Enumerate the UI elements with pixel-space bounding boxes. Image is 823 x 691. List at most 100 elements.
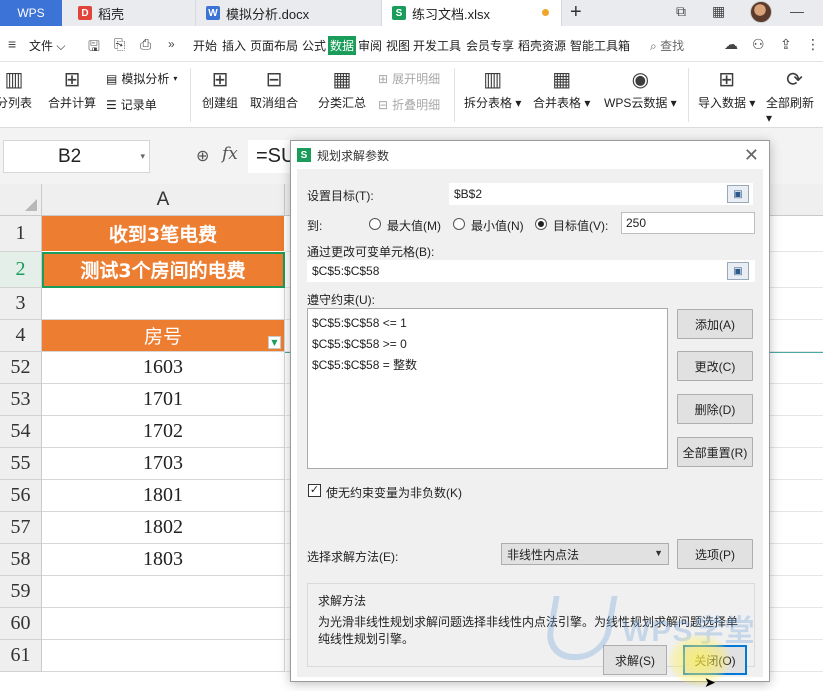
row-header[interactable]: 61 [0,640,42,672]
menu-data[interactable]: 数据 [328,36,357,55]
row-header[interactable]: 56 [0,480,42,512]
share-icon[interactable]: ⇪ [780,36,792,53]
row-header[interactable]: 58 [0,544,42,576]
table-cell[interactable]: 1603 [42,352,285,384]
zoom-formula-icon[interactable]: ⊕ [196,146,209,166]
menu-member[interactable]: 会员专享 [466,37,514,54]
table-cell[interactable]: 1802 [42,512,285,544]
expand-detail-button[interactable]: ⊞ 展开明细 [378,70,440,87]
file-menu[interactable]: 文件 ⌵ [29,37,65,54]
tab-docer[interactable]: D 稻壳 [68,0,196,26]
menu-view[interactable]: 视图 [386,37,410,54]
tab-word-doc[interactable]: W 模拟分析.docx [196,0,382,26]
hamburger-menu-icon[interactable]: ≡ [8,36,16,52]
more-options-icon[interactable]: ⋮ [806,36,820,53]
menu-start[interactable]: 开始 [193,37,217,54]
grid-view-icon[interactable]: ▦ [712,3,725,20]
name-box-dropdown-icon[interactable]: ▾ [140,151,145,162]
table-cell[interactable] [42,608,285,640]
change-constraint-button[interactable]: 更改(C) [677,351,753,381]
user-avatar[interactable] [750,1,772,23]
refresh-all-button[interactable]: ⟳ 全部刷新 ▾ [766,66,823,125]
solve-button[interactable]: 求解(S) [603,645,667,675]
row-header[interactable]: 60 [0,608,42,640]
print-icon[interactable]: ⎙ [140,36,151,53]
table-cell[interactable]: 1801 [42,480,285,512]
list-item[interactable]: $C$5:$C$58 <= 1 [312,313,663,334]
merge-calc-button[interactable]: ⊞ 合并计算 [48,66,96,111]
wps-home-tab[interactable]: WPS [0,0,62,26]
insert-function-icon[interactable]: fx [222,144,238,164]
list-item[interactable]: $C$5:$C$58 >= 0 [312,334,663,355]
window-layout-icon[interactable]: ⧉ [676,3,686,20]
radio-target-value[interactable] [535,218,547,230]
menu-insert[interactable]: 插入 [222,37,246,54]
save-icon[interactable]: 🖫 [88,36,100,60]
list-item[interactable]: $C$5:$C$58 = 整数 [312,355,663,376]
radio-target-value-label[interactable]: 目标值(V): [553,217,608,234]
table-cell[interactable]: 测试3个房间的电费 [42,252,285,288]
table-cell[interactable]: 1703 [42,448,285,480]
radio-min[interactable] [453,218,465,230]
collapse-detail-button[interactable]: ⊟ 折叠明细 [378,96,440,113]
options-button[interactable]: 选项(P) [677,539,753,569]
nonnegative-label[interactable]: 使无约束变量为非负数(K) [326,484,462,501]
row-header[interactable]: 1 [0,216,42,252]
row-header[interactable]: 52 [0,352,42,384]
set-target-input[interactable]: $B$2 [449,183,753,205]
row-header[interactable]: 53 [0,384,42,416]
nonnegative-checkbox[interactable]: ✓ [308,484,321,497]
select-all-corner[interactable] [0,184,42,216]
row-header[interactable]: 4 [0,320,42,352]
dialog-close-icon[interactable]: ✕ [744,145,759,166]
wps-cloud-data-button[interactable]: ◉ WPS云数据 ▾ [604,66,677,111]
table-header-cell[interactable]: 房号 ▼ [42,320,285,352]
split-table-button[interactable]: ▥ 拆分表格 ▾ [464,66,521,111]
table-cell[interactable] [42,288,285,320]
column-header-a[interactable]: A [42,184,285,216]
collapse-ref-icon[interactable]: ▣ [727,262,749,280]
table-cell[interactable] [42,576,285,608]
row-header[interactable]: 59 [0,576,42,608]
more-chevron-icon[interactable]: » [168,37,175,51]
menu-review[interactable]: 审阅 [358,37,382,54]
radio-max[interactable] [369,218,381,230]
minimize-icon[interactable]: — [790,3,804,19]
table-cell[interactable] [42,640,285,672]
row-header[interactable]: 55 [0,448,42,480]
name-box[interactable]: B2 ▾ [3,140,150,173]
solving-method-select[interactable]: 非线性内点法 ▼ [501,543,669,565]
table-cell[interactable]: 1701 [42,384,285,416]
record-form-button[interactable]: ☰ 记录单 [106,96,157,113]
constraints-list[interactable]: $C$5:$C$58 <= 1 $C$5:$C$58 >= 0 $C$5:$C$… [307,308,668,469]
import-data-button[interactable]: ⊞ 导入数据 ▾ [698,66,755,111]
cloud-sync-icon[interactable]: ☁ [724,36,738,53]
menu-developer[interactable]: 开发工具 [413,37,461,54]
split-column-button[interactable]: ▥ 分列表 [0,66,32,111]
new-tab-plus-icon[interactable]: + [570,1,582,24]
collaborate-icon[interactable]: ⚇ [752,36,765,53]
menu-formula[interactable]: 公式 [302,37,326,54]
menu-docer-resources[interactable]: 稻壳资源 [518,37,566,54]
reset-all-button[interactable]: 全部重置(R) [677,437,753,467]
add-constraint-button[interactable]: 添加(A) [677,309,753,339]
merge-table-button[interactable]: ▦ 合并表格 ▾ [533,66,590,111]
radio-min-label[interactable]: 最小值(N) [471,217,524,234]
changing-cells-input[interactable]: $C$5:$C$58 [307,260,755,282]
table-cell[interactable]: 1702 [42,416,285,448]
what-if-analysis-button[interactable]: ▤ 模拟分析 ▾ [106,70,177,87]
row-header[interactable]: 54 [0,416,42,448]
collapse-ref-icon[interactable]: ▣ [727,185,749,203]
menu-smart-tools[interactable]: 智能工具箱 [570,37,630,54]
table-cell[interactable]: 1803 [42,544,285,576]
tab-sheet-doc[interactable]: S 练习文档.xlsx [382,0,562,26]
dialog-title-bar[interactable]: S 规划求解参数 [291,141,769,169]
filter-dropdown-icon[interactable]: ▼ [268,336,281,349]
table-cell[interactable]: 收到3笔电费 [42,216,285,252]
ungroup-button[interactable]: ⊟ 取消组合 [250,66,298,111]
search-box[interactable]: ⌕ 查找 [650,37,684,54]
export-pdf-icon[interactable]: ⎘ [114,36,125,53]
row-header[interactable]: 3 [0,288,42,320]
menu-page-layout[interactable]: 页面布局 [250,37,298,54]
delete-constraint-button[interactable]: 删除(D) [677,394,753,424]
